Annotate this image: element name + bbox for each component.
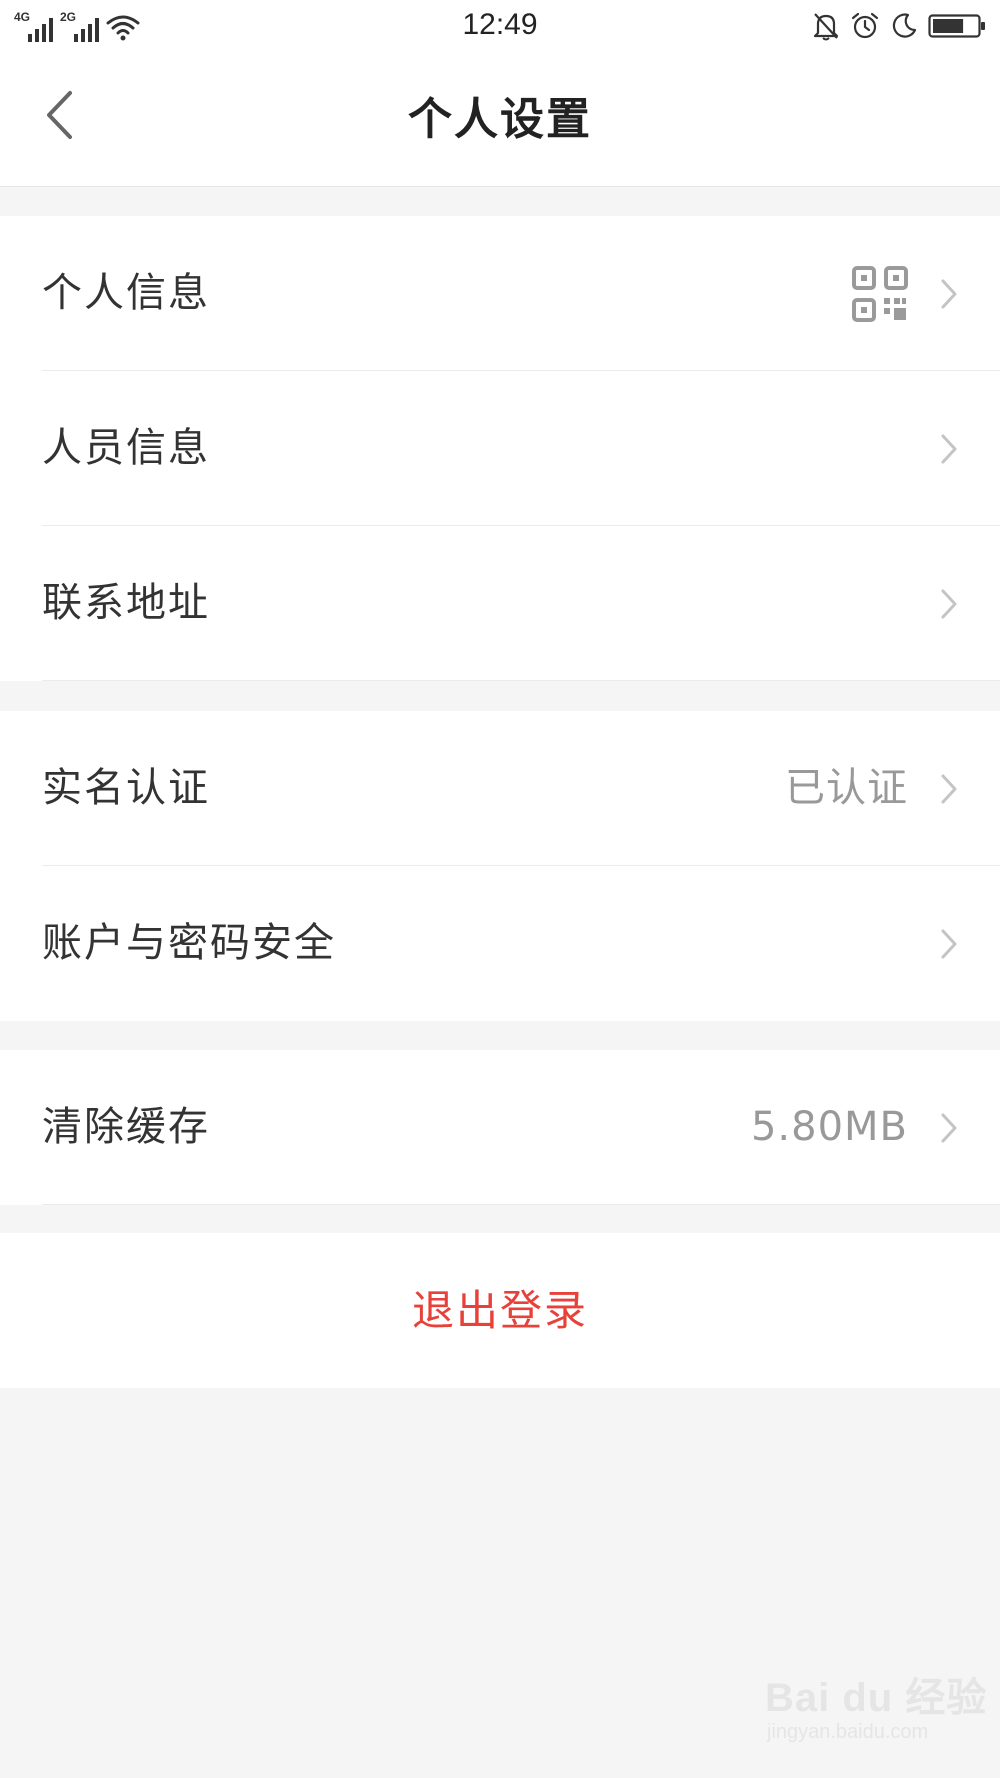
qr-code-icon[interactable] [852, 266, 908, 322]
divider [42, 1204, 1000, 1205]
row-real-name-verification[interactable]: 实名认证 已认证 [0, 711, 1000, 866]
signal-2g: 2G [60, 10, 100, 42]
row-staff-info[interactable]: 人员信息 [0, 371, 1000, 526]
row-label: 账户与密码安全 [42, 920, 336, 966]
row-clear-cache[interactable]: 清除缓存 5.80MB [0, 1050, 1000, 1205]
chevron-right-icon [941, 1113, 957, 1143]
signal-4g: 4G [14, 10, 54, 42]
alarm-icon [851, 12, 879, 39]
watermark: Bai du 经验 jingyan.baidu.com [765, 1665, 986, 1755]
verification-status: 已认证 [785, 765, 908, 811]
logout-button[interactable]: 退出登录 [0, 1233, 1000, 1388]
row-label: 人员信息 [42, 425, 210, 471]
battery-icon [928, 14, 985, 38]
chevron-right-icon [941, 589, 957, 619]
status-bar: 4G 2G 12:49 [0, 0, 1000, 52]
divider [42, 680, 1000, 681]
moon-icon [892, 13, 917, 38]
status-time: 12:49 [462, 8, 538, 41]
chevron-left-icon [47, 91, 72, 139]
chevron-right-icon [941, 279, 957, 309]
watermark-url: jingyan.baidu.com [767, 1721, 929, 1743]
page-title: 个人设置 [408, 94, 592, 145]
row-label: 个人信息 [42, 270, 210, 316]
wifi-icon [106, 15, 140, 41]
settings-group-cache: 清除缓存 5.80MB [0, 1050, 1000, 1205]
row-account-password-security[interactable]: 账户与密码安全 [0, 866, 1000, 1021]
signal-icon [74, 18, 99, 42]
chevron-right-icon [941, 434, 957, 464]
row-label: 实名认证 [42, 765, 210, 811]
watermark-brand: Bai du 经验 [765, 1676, 988, 1720]
status-bar-left: 4G 2G [14, 8, 140, 42]
signal-icon [28, 18, 53, 42]
status-bar-right [802, 8, 988, 44]
settings-group-profile: 个人信息 人员信息 联系地址 [0, 216, 1000, 681]
row-personal-info[interactable]: 个人信息 [0, 216, 1000, 371]
settings-group-security: 实名认证 已认证 账户与密码安全 [0, 711, 1000, 1021]
bell-off-icon [813, 13, 839, 41]
back-button[interactable] [24, 80, 94, 150]
navigation-bar: 个人设置 [0, 52, 1000, 187]
chevron-right-icon [941, 774, 957, 804]
row-contact-address[interactable]: 联系地址 [0, 526, 1000, 681]
cache-size: 5.80MB [750, 1104, 908, 1150]
row-label: 联系地址 [42, 580, 210, 626]
chevron-right-icon [941, 929, 957, 959]
row-label: 清除缓存 [42, 1104, 210, 1150]
